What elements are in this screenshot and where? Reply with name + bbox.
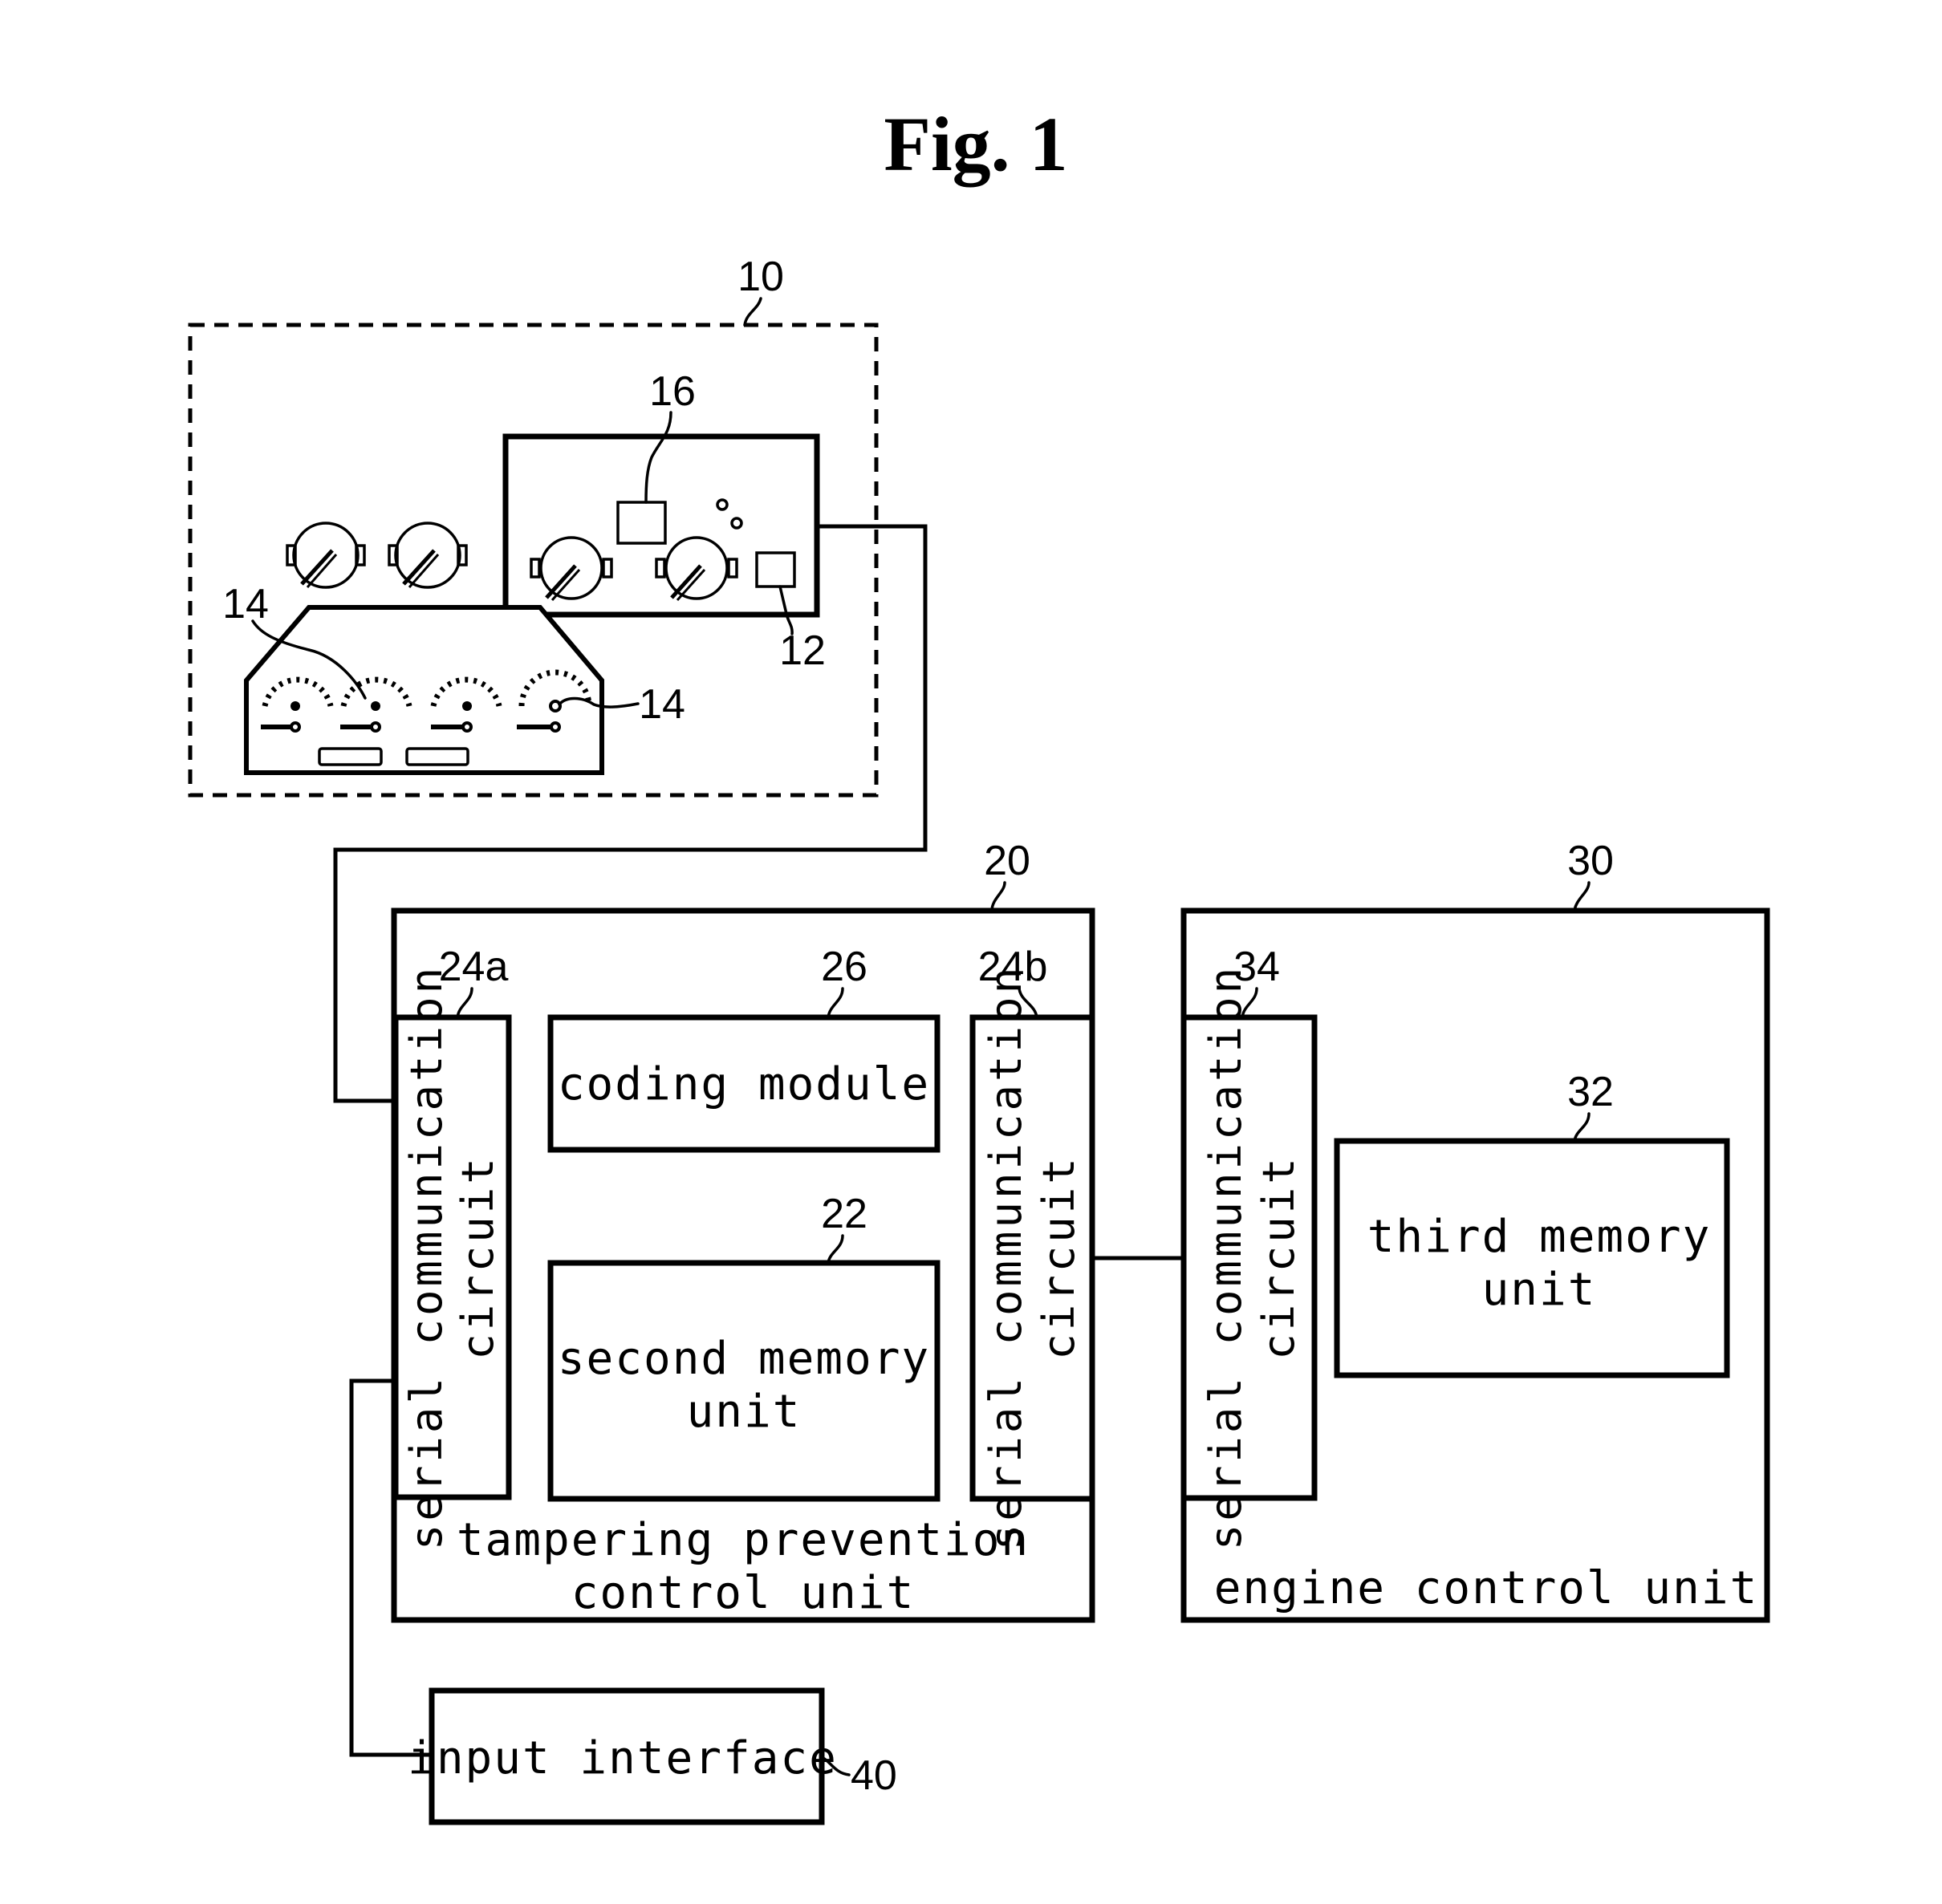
serial-24a-line2: circuit [453,1155,503,1360]
serial-communication-circuit-24b: serial communication circuit [969,964,1095,1550]
tampering-prevention-control-unit: 20 tampering prevention control unit ser… [391,838,1095,1623]
third-memory-label-line1: third memory [1367,1211,1712,1263]
ref-label-14-right: 14 [639,681,685,728]
instrument-group-10: 10 16 12 14 14 [188,254,879,798]
coding-module: coding module [547,1014,941,1153]
ref-label-16: 16 [649,368,696,415]
ref-label-40: 40 [851,1752,897,1799]
serial-24b-line2: circuit [1034,1155,1084,1360]
dial-gauge-1 [286,522,366,589]
input-interface-label: input interface [408,1732,838,1784]
ref-label-10: 10 [737,254,784,300]
coding-module-label: coding module [558,1058,930,1110]
serial-communication-circuit-34: serial communication circuit [1180,964,1318,1550]
serial-24b-line1: serial communication [981,964,1031,1550]
serial-34-line2: circuit [1253,1155,1304,1360]
leader-10 [743,297,762,327]
control-panel [502,433,820,618]
engine-control-unit-label: engine control unit [1214,1562,1759,1614]
ref-label-22: 22 [821,1191,867,1237]
dial-gauge-2 [388,522,468,589]
serial-34-line1: serial communication [1201,964,1251,1550]
figure-title: Fig. 1 [884,101,1067,187]
ref-label-24a: 24a [439,944,509,990]
third-memory-label-line2: unit [1482,1264,1597,1316]
second-memory-label-line1: second memory [558,1333,930,1385]
ref-label-14-left: 14 [222,581,269,627]
ref-label-34: 34 [1233,944,1280,990]
ref-label-26: 26 [821,944,867,990]
figure-canvas: Fig. 1 10 16 12 14 14 20 tampering preve… [188,101,1770,1825]
instrument-cluster [244,605,604,775]
ref-label-12: 12 [779,627,826,674]
tampering-unit-label-line2: control unit [571,1567,916,1619]
input-interface: input interface [408,1687,838,1825]
second-memory-label-line2: unit [687,1386,802,1438]
serial-communication-circuit-24a: serial communication circuit [392,964,512,1550]
leader-30 [1573,881,1591,912]
ref-label-20: 20 [984,838,1030,884]
third-memory-unit: third memory unit [1334,1138,1730,1378]
serial-24a-line1: serial communication [401,964,452,1550]
engine-control-unit: 30 engine control unit serial communicat… [1180,838,1770,1623]
second-memory-unit: second memory unit [547,1260,941,1502]
leader-20 [990,881,1006,912]
ref-label-24b: 24b [978,944,1048,990]
ref-label-30: 30 [1567,838,1614,884]
ref-label-32: 32 [1567,1069,1614,1115]
tampering-unit-label-line1: tampering prevention [457,1514,1030,1566]
